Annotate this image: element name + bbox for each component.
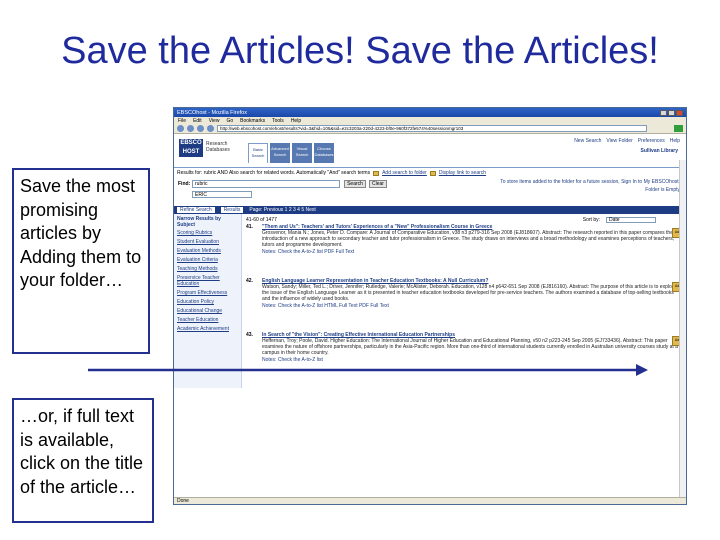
- subject-link[interactable]: Evaluation Criteria: [177, 257, 238, 263]
- database-select[interactable]: ERIC: [192, 191, 252, 198]
- link-icon: [429, 170, 436, 176]
- record-links[interactable]: Notes: Check the A-to-Z list PDF Full Te…: [262, 249, 682, 255]
- record-links[interactable]: Notes: Check the A-to-Z list HTML Full T…: [262, 303, 682, 309]
- sort-select[interactable]: Date: [606, 217, 656, 223]
- menubar: File Edit View Go Bookmarks Tools Help: [174, 117, 686, 124]
- record-abstract: Grosvenor, Mania N.; Jones, Peter D. Com…: [262, 230, 675, 248]
- subject-link[interactable]: Scoring Rubrics: [177, 230, 238, 236]
- home-icon[interactable]: [207, 125, 214, 132]
- add-search-to-folder-link[interactable]: Add search to folder: [382, 170, 427, 176]
- record-number: 43.: [246, 332, 253, 338]
- tab-advanced-search[interactable]: Advanced Search: [270, 143, 290, 163]
- record-abstract: Watson, Sandy; Miller, Ted L.; Driver, J…: [262, 284, 677, 302]
- tab-choose-databases[interactable]: Choose Databases: [314, 143, 334, 163]
- tab-results[interactable]: Results: [220, 207, 244, 213]
- find-label: Find:: [178, 181, 191, 187]
- search-form: Find: rubric ERIC Search Clear To store …: [174, 178, 686, 206]
- display-link-to-search[interactable]: Display link to search: [439, 170, 486, 176]
- subject-link[interactable]: Program Effectiveness: [177, 290, 238, 296]
- close-icon[interactable]: [676, 109, 683, 116]
- subject-link[interactable]: Education Policy: [177, 299, 238, 305]
- record-number: 41.: [246, 224, 253, 230]
- subject-link[interactable]: Teaching Methods: [177, 266, 238, 272]
- menu-edit[interactable]: Edit: [193, 118, 202, 124]
- results-toolbar: Refine Search Results Page: Previous 1 2…: [174, 206, 686, 214]
- tab-basic-search[interactable]: Basic Search: [248, 143, 268, 163]
- reload-icon[interactable]: [197, 125, 204, 132]
- view-folder-link[interactable]: View Folder: [606, 138, 632, 144]
- library-name: Sullivan Library: [640, 148, 678, 154]
- folder-icon: [373, 170, 380, 176]
- results-for-row: Results for: rubric AND Also search for …: [174, 168, 686, 178]
- menu-tools[interactable]: Tools: [272, 118, 284, 124]
- minimize-icon[interactable]: [660, 109, 667, 116]
- find-input[interactable]: rubric: [192, 180, 340, 188]
- pointer-arrow: [88, 364, 648, 376]
- status-bar: Done: [174, 497, 686, 504]
- address-bar[interactable]: http://web.ebscohost.com/ehost/results?v…: [217, 125, 647, 132]
- top-links: New Search View Folder Preferences Help: [574, 138, 680, 144]
- results-count-row: 41-60 of 1477 Sort by: Date: [246, 216, 682, 224]
- go-icon[interactable]: [674, 125, 683, 132]
- result-record: 41. "Them and Us": Teachers' and Tutors'…: [246, 224, 684, 274]
- callout-full-text: …or, if full text is available, click on…: [12, 398, 154, 523]
- menu-help[interactable]: Help: [291, 118, 301, 124]
- menu-go[interactable]: Go: [226, 118, 233, 124]
- ebsco-header: EBSCO HOST Research Databases Basic Sear…: [174, 134, 686, 168]
- preferences-link[interactable]: Preferences: [638, 138, 665, 144]
- clear-button[interactable]: Clear: [369, 180, 387, 188]
- subject-link[interactable]: Evaluation Methods: [177, 248, 238, 254]
- navigation-toolbar: http://web.ebscohost.com/ehost/results?v…: [174, 124, 686, 134]
- help-link[interactable]: Help: [670, 138, 680, 144]
- maximize-icon[interactable]: [668, 109, 675, 116]
- results-for-text: Results for: rubric AND Also search for …: [177, 170, 371, 176]
- menu-bookmarks[interactable]: Bookmarks: [240, 118, 265, 124]
- search-tabs: Basic Search Advanced Search Visual Sear…: [248, 143, 334, 163]
- subject-link[interactable]: Educational Change: [177, 308, 238, 314]
- window-title: EBSCOhost - Mozilla Firefox: [177, 109, 247, 116]
- folder-help-text: To store items added to the folder for a…: [500, 179, 680, 185]
- forward-icon[interactable]: [187, 125, 194, 132]
- subject-link[interactable]: Teacher Education: [177, 317, 238, 323]
- ebsco-logo: EBSCO HOST: [179, 139, 203, 157]
- sort-label: Sort by:: [582, 217, 600, 223]
- menu-file[interactable]: File: [178, 118, 186, 124]
- results-count: 41-60 of 1477: [246, 217, 277, 223]
- menu-view[interactable]: View: [209, 118, 220, 124]
- window-controls: [660, 109, 683, 116]
- search-button[interactable]: Search: [344, 180, 366, 188]
- pager[interactable]: Page: Previous 1 2 3 4 5 Next: [249, 207, 315, 213]
- subject-link[interactable]: Preservice Teacher Education: [177, 275, 238, 287]
- result-record: 42. English Language Learner Representat…: [246, 278, 684, 328]
- tab-refine-search[interactable]: Refine Search: [177, 207, 215, 213]
- browser-screenshot: EBSCOhost - Mozilla Firefox File Edit Vi…: [173, 107, 687, 505]
- subject-link[interactable]: Student Evaluation: [177, 239, 238, 245]
- logo-subtitle: Research Databases: [206, 141, 230, 153]
- tab-visual-search[interactable]: Visual Search: [292, 143, 312, 163]
- back-icon[interactable]: [177, 125, 184, 132]
- subject-link[interactable]: Academic Achievement: [177, 326, 238, 332]
- narrow-results-header: Narrow Results by Subject: [177, 216, 221, 228]
- folder-status[interactable]: Folder is Empty: [645, 187, 680, 193]
- record-number: 42.: [246, 278, 253, 284]
- browser-titlebar: EBSCOhost - Mozilla Firefox: [174, 108, 686, 117]
- vertical-scrollbar[interactable]: [679, 160, 686, 504]
- record-abstract: Heffernan, Troy; Poole, David. Higher Ed…: [262, 338, 678, 356]
- slide-title: Save the Articles! Save the Articles!: [61, 30, 659, 72]
- ebsco-page: EBSCO HOST Research Databases Basic Sear…: [174, 134, 686, 504]
- callout-add-to-folder: Save the most promising articles by Addi…: [12, 168, 150, 354]
- new-search-link[interactable]: New Search: [574, 138, 601, 144]
